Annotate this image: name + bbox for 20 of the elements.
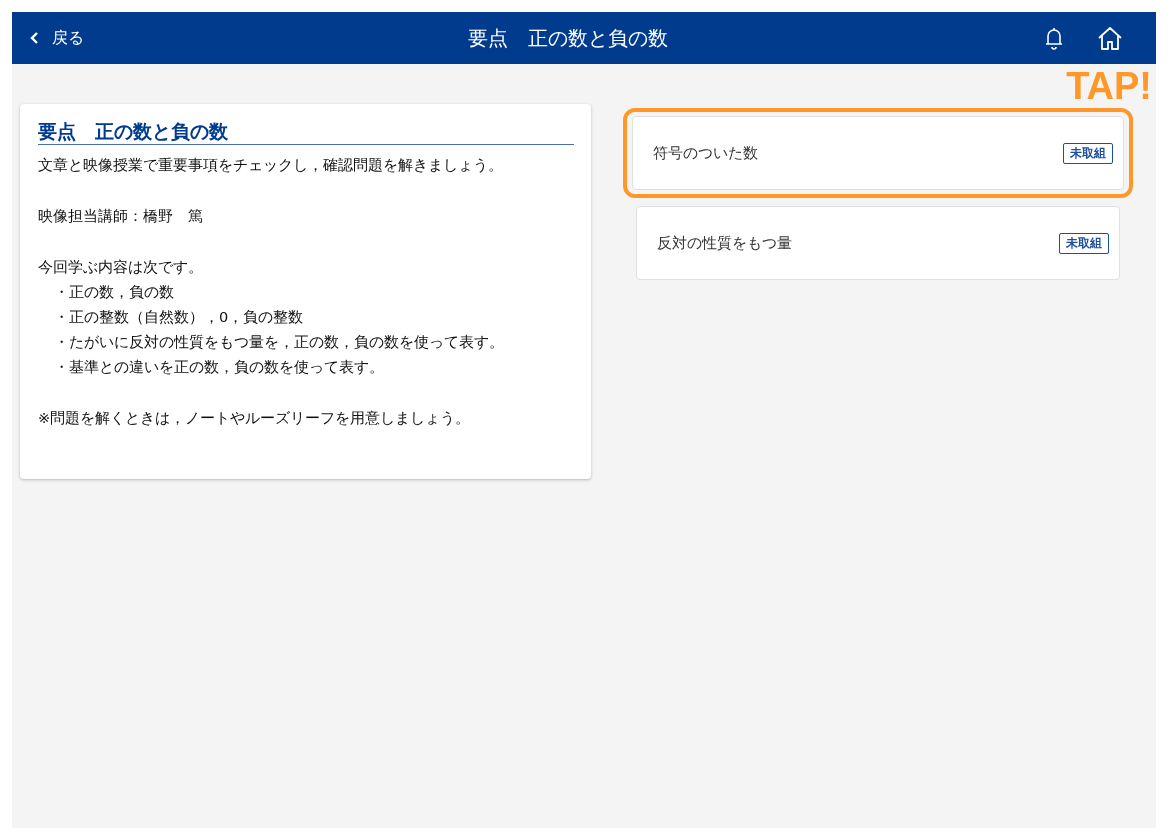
status-badge: 未取組 [1059,232,1109,254]
paragraph: ※問題を解くときは，ノートやルーズリーフを用意しましょう。 [38,409,472,428]
list-item: ・たがいに反対の性質をもつ量を，正の数，負の数を使って表す。 [53,333,505,352]
summary-title: 要点 正の数と負の数 [38,118,574,145]
list-item: ・正の整数（自然数），0，負の整数 [53,308,305,327]
list-item: ・基準との違いを正の数，負の数を使って表す。 [53,358,385,377]
home-icon[interactable] [1096,25,1124,51]
lesson-item[interactable]: 反対の性質をもつ量 未取組 [636,206,1120,280]
status-badge: 未取組 [1063,142,1113,164]
chevron-left-icon [30,31,40,45]
paragraph: 文章と映像授業で重要事項をチェックし，確認問題を解きましょう。 [38,156,504,175]
back-button[interactable]: 戻る [12,27,84,49]
lesson-title: 符号のついた数 [653,143,758,163]
lesson-title: 反対の性質をもつ量 [657,233,792,253]
lesson-item[interactable]: 符号のついた数 未取組 [632,116,1124,190]
list-item: ・正の数，負の数 [53,283,175,302]
paragraph: 今回学ぶ内容は次です。 [38,258,204,277]
paragraph: 映像担当講師：橋野 篤 [38,207,204,226]
tap-annotation: TAP! [1066,66,1152,106]
page-title: 要点 正の数と負の数 [468,24,668,52]
